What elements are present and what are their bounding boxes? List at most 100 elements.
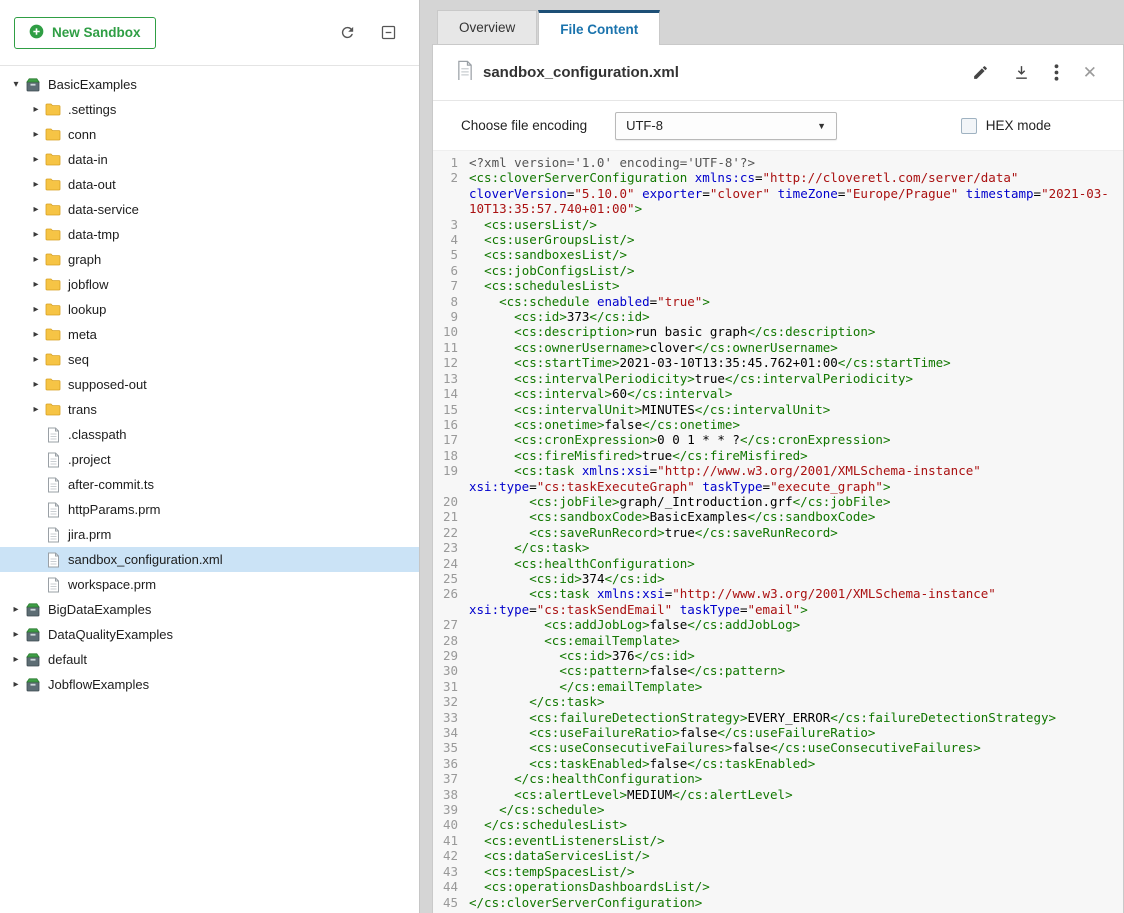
chevron-collapsed-icon[interactable]: ▸	[28, 304, 44, 315]
code-line: 12 <cs:startTime>2021-03-10T13:35:45.762…	[433, 355, 1123, 370]
tree-item-after-commit-ts[interactable]: after-commit.ts	[0, 472, 419, 497]
sandbox-icon	[24, 627, 42, 642]
tree-item-supposed-out[interactable]: ▸ supposed-out	[0, 372, 419, 397]
folder-icon	[44, 153, 62, 166]
tree-item-httpparams-prm[interactable]: httpParams.prm	[0, 497, 419, 522]
chevron-collapsed-icon[interactable]: ▸	[28, 254, 44, 265]
line-content: <cs:id>374</cs:id>	[467, 571, 1123, 586]
folder-icon	[44, 203, 62, 216]
tree-item-label: meta	[68, 327, 97, 342]
line-number: 23	[433, 540, 467, 555]
line-number: 44	[433, 879, 467, 894]
pencil-icon[interactable]	[972, 64, 989, 81]
line-number: 42	[433, 848, 467, 863]
code-line: 40 </cs:schedulesList>	[433, 817, 1123, 832]
chevron-collapsed-icon[interactable]: ▸	[28, 354, 44, 365]
chevron-expanded-icon[interactable]: ▾	[8, 79, 24, 90]
line-content: <cs:intervalUnit>MINUTES</cs:intervalUni…	[467, 402, 1123, 417]
folder-icon	[44, 278, 62, 291]
tree-item-graph[interactable]: ▸graph	[0, 247, 419, 272]
code-line: 31 </cs:emailTemplate>	[433, 679, 1123, 694]
line-content: <cs:dataServicesList/>	[467, 848, 1123, 863]
tree-item-data-in[interactable]: ▸data-in	[0, 147, 419, 172]
encoding-select[interactable]: UTF-8 ▼	[615, 112, 837, 140]
kebab-menu-icon[interactable]	[1054, 64, 1059, 81]
line-number: 40	[433, 817, 467, 832]
tree-item--classpath[interactable]: .classpath	[0, 422, 419, 447]
tree-item-data-out[interactable]: ▸data-out	[0, 172, 419, 197]
tree-item-jobflow[interactable]: ▸jobflow	[0, 272, 419, 297]
code-line: 41 <cs:eventListenersList/>	[433, 833, 1123, 848]
code-line: 33 <cs:failureDetectionStrategy>EVERY_ER…	[433, 710, 1123, 725]
tab-file-content[interactable]: File Content	[538, 10, 660, 45]
encoding-label: Choose file encoding	[461, 118, 587, 133]
code-line: 20 <cs:jobFile>graph/_Introduction.grf</…	[433, 494, 1123, 509]
code-line: 32 </cs:task>	[433, 694, 1123, 709]
new-sandbox-button[interactable]: New Sandbox	[14, 17, 156, 49]
close-icon[interactable]: ✕	[1083, 64, 1097, 81]
folder-icon	[44, 378, 62, 391]
tree-item-data-tmp[interactable]: ▸data-tmp	[0, 222, 419, 247]
tree-item-label: .settings	[68, 102, 116, 117]
collapse-all-icon[interactable]	[380, 24, 397, 41]
chevron-collapsed-icon[interactable]: ▸	[8, 679, 24, 690]
chevron-collapsed-icon[interactable]: ▸	[8, 604, 24, 615]
folder-icon	[44, 328, 62, 341]
download-icon[interactable]	[1013, 64, 1030, 81]
tab-overview[interactable]: Overview	[437, 10, 537, 44]
line-number: 18	[433, 448, 467, 463]
line-content: <cs:healthConfiguration>	[467, 556, 1123, 571]
tree-item-seq[interactable]: ▸seq	[0, 347, 419, 372]
chevron-collapsed-icon[interactable]: ▸	[28, 379, 44, 390]
hex-mode-control: HEX mode	[961, 118, 1095, 134]
tree-item-jobflowexamples[interactable]: ▸JobflowExamples	[0, 672, 419, 697]
hex-mode-checkbox[interactable]	[961, 118, 977, 134]
chevron-collapsed-icon[interactable]: ▸	[28, 104, 44, 115]
code-line: 44 <cs:operationsDashboardsList/>	[433, 879, 1123, 894]
code-line: 18 <cs:fireMisfired>true</cs:fireMisfire…	[433, 448, 1123, 463]
chevron-collapsed-icon[interactable]: ▸	[8, 629, 24, 640]
line-number: 7	[433, 278, 467, 293]
tree-item-data-service[interactable]: ▸data-service	[0, 197, 419, 222]
tree-item-default[interactable]: ▸default	[0, 647, 419, 672]
tree-item-basicexamples[interactable]: ▾ BasicExamples	[0, 72, 419, 97]
chevron-collapsed-icon[interactable]: ▸	[28, 329, 44, 340]
tree-item-label: BigDataExamples	[48, 602, 151, 617]
tree-item-conn[interactable]: ▸conn	[0, 122, 419, 147]
tree-item-dataqualityexamples[interactable]: ▸DataQualityExamples	[0, 622, 419, 647]
chevron-collapsed-icon[interactable]: ▸	[8, 654, 24, 665]
tree-item--settings[interactable]: ▸ .settings	[0, 97, 419, 122]
chevron-collapsed-icon[interactable]: ▸	[28, 204, 44, 215]
line-content: </cs:schedulesList>	[467, 817, 1123, 832]
tree-item-trans[interactable]: ▸trans	[0, 397, 419, 422]
line-content: <cs:task xmlns:xsi="http://www.w3.org/20…	[467, 586, 1123, 617]
folder-icon	[44, 353, 62, 366]
refresh-icon[interactable]	[339, 24, 356, 41]
chevron-collapsed-icon[interactable]: ▸	[28, 404, 44, 415]
line-content: <cs:failureDetectionStrategy>EVERY_ERROR…	[467, 710, 1123, 725]
chevron-collapsed-icon[interactable]: ▸	[28, 179, 44, 190]
tree-item-workspace-prm[interactable]: workspace.prm	[0, 572, 419, 597]
line-content: <cs:saveRunRecord>true</cs:saveRunRecord…	[467, 525, 1123, 540]
line-content: <cs:cronExpression>0 0 1 * * ?</cs:cronE…	[467, 432, 1123, 447]
code-viewer[interactable]: 1<?xml version='1.0' encoding='UTF-8'?>2…	[433, 151, 1123, 913]
tree-item-jira-prm[interactable]: jira.prm	[0, 522, 419, 547]
chevron-collapsed-icon[interactable]: ▸	[28, 279, 44, 290]
tree-item-lookup[interactable]: ▸lookup	[0, 297, 419, 322]
line-number: 20	[433, 494, 467, 509]
tree-item-label: BasicExamples	[48, 77, 137, 92]
chevron-collapsed-icon[interactable]: ▸	[28, 154, 44, 165]
code-line: 38 <cs:alertLevel>MEDIUM</cs:alertLevel>	[433, 787, 1123, 802]
tree-item-label: supposed-out	[68, 377, 147, 392]
line-content: <cs:intervalPeriodicity>true</cs:interva…	[467, 371, 1123, 386]
tree-item-sandbox-configuration-xml[interactable]: sandbox_configuration.xml	[0, 547, 419, 572]
chevron-collapsed-icon[interactable]: ▸	[28, 229, 44, 240]
code-line: 6 <cs:jobConfigsList/>	[433, 263, 1123, 278]
line-content: <cs:id>376</cs:id>	[467, 648, 1123, 663]
sandbox-sidebar: New Sandbox ▾ BasicExamples ▸ .settings ▸con…	[0, 0, 420, 913]
tree-item--project[interactable]: .project	[0, 447, 419, 472]
tree-item-label: httpParams.prm	[68, 502, 160, 517]
tree-item-bigdataexamples[interactable]: ▸ BigDataExamples	[0, 597, 419, 622]
tree-item-meta[interactable]: ▸ meta	[0, 322, 419, 347]
chevron-collapsed-icon[interactable]: ▸	[28, 129, 44, 140]
